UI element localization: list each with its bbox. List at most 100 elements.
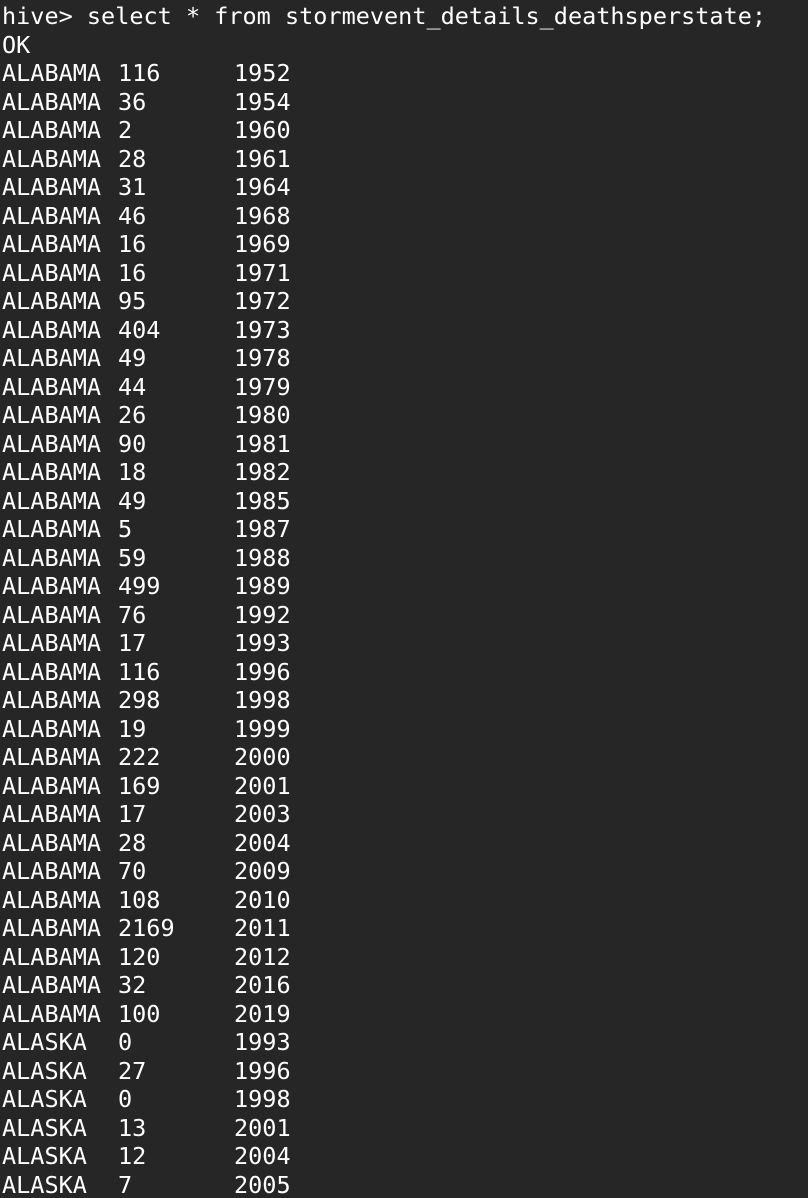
result-row: ALABAMA 2 1960 — [2, 116, 808, 145]
result-year: 2000 — [234, 743, 291, 771]
result-deaths: 0 — [118, 1085, 133, 1113]
result-year: 1979 — [234, 372, 291, 401]
result-state: ALABAMA — [2, 629, 102, 657]
result-deaths: 90 — [118, 429, 147, 458]
result-deaths: 404 — [118, 315, 161, 344]
result-deaths: 49 — [118, 344, 147, 372]
result-row: ALASKA 7 2005 — [2, 1171, 808, 1198]
result-deaths: 70 — [118, 857, 147, 885]
result-row: ALABAMA 36 1954 — [2, 88, 808, 117]
result-year: 2003 — [234, 800, 291, 828]
result-row: ALABAMA 18 1982 — [2, 458, 808, 487]
result-state: ALABAMA — [2, 258, 102, 287]
result-year: 1978 — [234, 344, 291, 372]
result-year: 1980 — [234, 401, 291, 429]
hive-prompt: hive> — [2, 2, 73, 30]
result-deaths: 26 — [118, 401, 147, 429]
result-deaths: 120 — [118, 942, 161, 971]
result-row: ALASKA 13 2001 — [2, 1114, 808, 1143]
result-state: ALABAMA — [2, 315, 102, 344]
result-state: ALABAMA — [2, 59, 102, 87]
result-row: ALABAMA 120 2012 — [2, 943, 808, 972]
result-deaths: 7 — [118, 1170, 133, 1198]
result-row: ALABAMA 16 1969 — [2, 230, 808, 259]
result-deaths: 46 — [118, 201, 147, 230]
result-row: ALABAMA 46 1968 — [2, 202, 808, 231]
result-state: ALABAMA — [2, 372, 102, 401]
result-row: ALASKA 12 2004 — [2, 1142, 808, 1171]
result-state: ALABAMA — [2, 771, 102, 800]
result-state: ALABAMA — [2, 743, 102, 771]
result-deaths: 17 — [118, 800, 147, 828]
result-year: 1987 — [234, 515, 291, 543]
result-row: ALABAMA 17 1993 — [2, 629, 808, 658]
query-command: select * from stormevent_details_deathsp… — [86, 2, 767, 30]
result-deaths: 16 — [118, 230, 147, 258]
result-row: ALABAMA 499 1989 — [2, 572, 808, 601]
result-year: 2009 — [234, 857, 291, 885]
result-deaths: 27 — [118, 1056, 147, 1085]
result-deaths: 36 — [118, 87, 147, 116]
result-deaths: 28 — [118, 828, 147, 857]
result-row: ALABAMA 28 2004 — [2, 829, 808, 858]
result-row: ALABAMA 222 2000 — [2, 743, 808, 772]
result-row: ALABAMA 116 1952 — [2, 59, 808, 88]
result-state: ALABAMA — [2, 971, 102, 999]
result-state: ALABAMA — [2, 429, 102, 458]
result-deaths: 31 — [118, 173, 147, 201]
result-row: ALASKA 27 1996 — [2, 1057, 808, 1086]
query-status: OK — [2, 30, 31, 59]
result-state: ALABAMA — [2, 942, 102, 971]
result-year: 1961 — [234, 144, 291, 173]
result-deaths: 2169 — [118, 914, 175, 942]
result-row: ALABAMA 31 1964 — [2, 173, 808, 202]
result-year: 1998 — [234, 1085, 291, 1113]
result-year: 1969 — [234, 230, 291, 258]
result-deaths: 499 — [118, 572, 161, 600]
result-year: 1989 — [234, 572, 291, 600]
result-state: ALABAMA — [2, 173, 102, 201]
result-year: 1993 — [234, 1028, 291, 1056]
result-row: ALABAMA 108 2010 — [2, 886, 808, 915]
result-deaths: 100 — [118, 999, 161, 1028]
result-row: ALABAMA 44 1979 — [2, 373, 808, 402]
result-state: ALABAMA — [2, 657, 102, 686]
result-year: 2012 — [234, 942, 291, 971]
result-row: ALASKA 0 1993 — [2, 1028, 808, 1057]
result-state: ALABAMA — [2, 515, 102, 543]
result-deaths: 32 — [118, 971, 147, 999]
result-state: ALABAMA — [2, 287, 102, 315]
result-year: 2001 — [234, 771, 291, 800]
result-deaths: 2 — [118, 116, 133, 144]
result-state: ALASKA — [2, 1170, 87, 1198]
result-deaths: 95 — [118, 287, 147, 315]
result-deaths: 116 — [118, 657, 161, 686]
result-row: ALABAMA 19 1999 — [2, 715, 808, 744]
result-deaths: 18 — [118, 458, 147, 486]
result-row: ALABAMA 404 1973 — [2, 316, 808, 345]
result-year: 2011 — [234, 914, 291, 942]
result-year: 1998 — [234, 686, 291, 714]
result-year: 2005 — [234, 1170, 291, 1198]
result-deaths: 12 — [118, 1142, 147, 1170]
result-year: 2019 — [234, 999, 291, 1028]
result-year: 1968 — [234, 201, 291, 230]
result-state: ALASKA — [2, 1056, 87, 1085]
result-year: 1981 — [234, 429, 291, 458]
result-row: ALABAMA 76 1992 — [2, 601, 808, 630]
result-row: ALABAMA 298 1998 — [2, 686, 808, 715]
result-deaths: 17 — [118, 629, 147, 657]
command-line[interactable]: hive> select * from stormevent_details_d… — [2, 2, 808, 31]
result-deaths: 19 — [118, 714, 147, 743]
result-deaths: 222 — [118, 743, 161, 771]
result-state: ALABAMA — [2, 885, 102, 914]
terminal-window[interactable]: hive> select * from stormevent_details_d… — [0, 0, 808, 1198]
result-state: ALABAMA — [2, 116, 102, 144]
result-year: 1960 — [234, 116, 291, 144]
result-row: ALABAMA 32 2016 — [2, 971, 808, 1000]
result-state: ALABAMA — [2, 800, 102, 828]
result-state: ALABAMA — [2, 857, 102, 885]
result-state: ALABAMA — [2, 914, 102, 942]
result-deaths: 44 — [118, 372, 147, 401]
result-state: ALABAMA — [2, 87, 102, 116]
